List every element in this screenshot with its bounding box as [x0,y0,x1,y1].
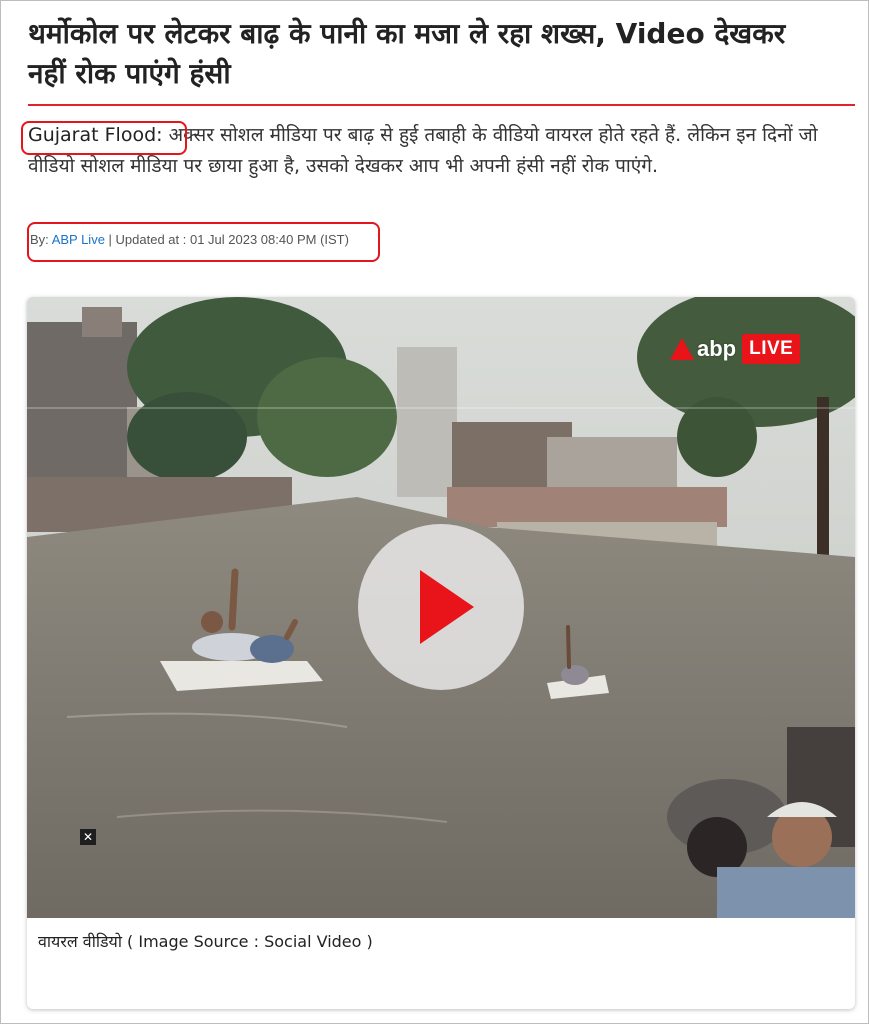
article-headline: थर्मोकोल पर लेटकर बाढ़ के पानी का मजा ले… [28,17,786,90]
image-caption: वायरल वीडियो ( Image Source : Social Vid… [38,932,373,951]
video-player[interactable]: abp LIVE ✕ [27,297,855,918]
live-badge: LIVE [742,334,801,364]
video-card: abp LIVE ✕ वायरल वीडियो ( Image Source :… [27,297,855,1009]
abp-wordmark: abp [697,336,737,361]
headline-divider [28,104,855,106]
highlight-box-topic [21,121,187,155]
play-icon [420,570,474,644]
abp-triangle-icon [670,338,694,360]
abp-live-logo: abp LIVE [670,332,801,366]
play-button[interactable] [358,524,524,690]
highlight-box-byline [27,222,380,262]
close-icon[interactable]: ✕ [80,829,96,845]
abp-brand: abp [670,336,736,362]
